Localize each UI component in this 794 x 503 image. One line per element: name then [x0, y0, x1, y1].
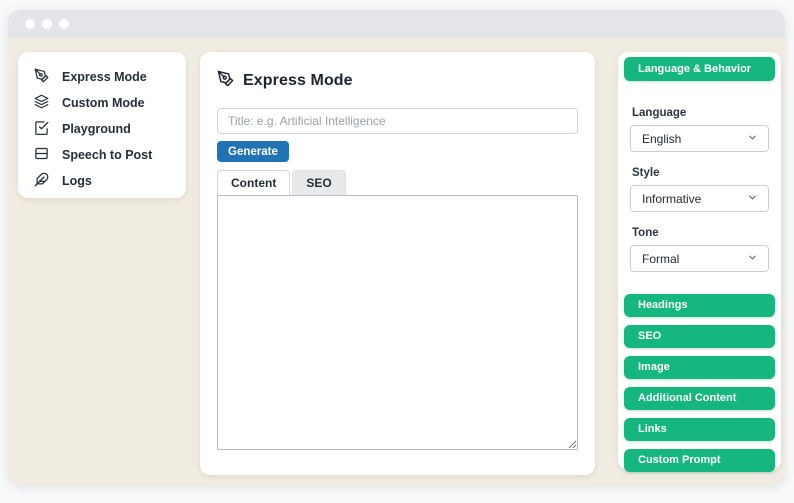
custom-prompt-button[interactable]: Custom Prompt	[624, 449, 775, 472]
tone-select-value: Formal	[642, 251, 680, 266]
layers-icon	[34, 94, 49, 112]
settings-panel: Language & Behavior Language English Sty…	[618, 52, 781, 472]
feather-icon	[34, 172, 49, 190]
chevron-down-icon	[747, 252, 758, 266]
sidebar-item-label: Playground	[62, 121, 131, 136]
sidebar-item-label: Custom Mode	[62, 95, 145, 110]
window-control-dot	[59, 19, 69, 29]
window-body: Express Mode Custom Mode Playground Spee…	[8, 38, 785, 485]
main-panel: Express Mode Generate Content SEO	[200, 52, 595, 475]
sidebar-item-label: Express Mode	[62, 69, 147, 84]
sidebar-item-logs[interactable]: Logs	[18, 168, 186, 193]
window-titlebar	[8, 10, 785, 38]
content-textarea[interactable]	[217, 195, 578, 450]
title-input[interactable]	[217, 108, 578, 134]
language-select-value: English	[642, 131, 682, 146]
card-icon	[34, 146, 49, 164]
headings-button[interactable]: Headings	[624, 294, 775, 317]
additional-content-button[interactable]: Additional Content	[624, 387, 775, 410]
image-button[interactable]: Image	[624, 356, 775, 379]
chevron-down-icon	[747, 192, 758, 206]
sidebar-item-express-mode[interactable]: Express Mode	[18, 64, 186, 89]
tab-bar: Content SEO	[217, 170, 578, 195]
style-select-value: Informative	[642, 191, 702, 206]
window-control-dot	[25, 19, 35, 29]
language-label: Language	[632, 107, 687, 119]
main-header: Express Mode	[217, 70, 578, 92]
tone-field: Tone Formal	[630, 227, 769, 272]
browser-window: Express Mode Custom Mode Playground Spee…	[8, 10, 785, 485]
window-control-dot	[42, 19, 52, 29]
tone-label: Tone	[632, 227, 659, 239]
sidebar-item-label: Speech to Post	[62, 147, 153, 162]
tab-seo[interactable]: SEO	[292, 170, 346, 195]
sidebar-item-custom-mode[interactable]: Custom Mode	[18, 90, 186, 115]
sidebar-item-playground[interactable]: Playground	[18, 116, 186, 141]
tab-content[interactable]: Content	[217, 170, 291, 195]
links-button[interactable]: Links	[624, 418, 775, 441]
language-behavior-button[interactable]: Language & Behavior	[624, 57, 775, 81]
sidebar-item-label: Logs	[62, 173, 92, 188]
sidebar-item-speech-to-post[interactable]: Speech to Post	[18, 142, 186, 167]
page: Express Mode Custom Mode Playground Spee…	[0, 0, 794, 503]
page-title: Express Mode	[243, 72, 353, 89]
chevron-down-icon	[747, 132, 758, 146]
style-field: Style Informative	[630, 167, 769, 212]
pen-tool-icon	[34, 68, 49, 86]
style-label: Style	[632, 167, 660, 179]
pen-tool-icon	[217, 70, 234, 92]
language-select[interactable]: English	[630, 125, 769, 152]
language-field: Language English	[630, 107, 769, 152]
style-select[interactable]: Informative	[630, 185, 769, 212]
sidebar-nav: Express Mode Custom Mode Playground Spee…	[18, 52, 186, 198]
seo-button[interactable]: SEO	[624, 325, 775, 348]
check-square-icon	[34, 120, 49, 138]
generate-button[interactable]: Generate	[217, 141, 289, 162]
settings-section-buttons: Headings SEO Image Additional Content Li…	[624, 294, 775, 472]
tone-select[interactable]: Formal	[630, 245, 769, 272]
